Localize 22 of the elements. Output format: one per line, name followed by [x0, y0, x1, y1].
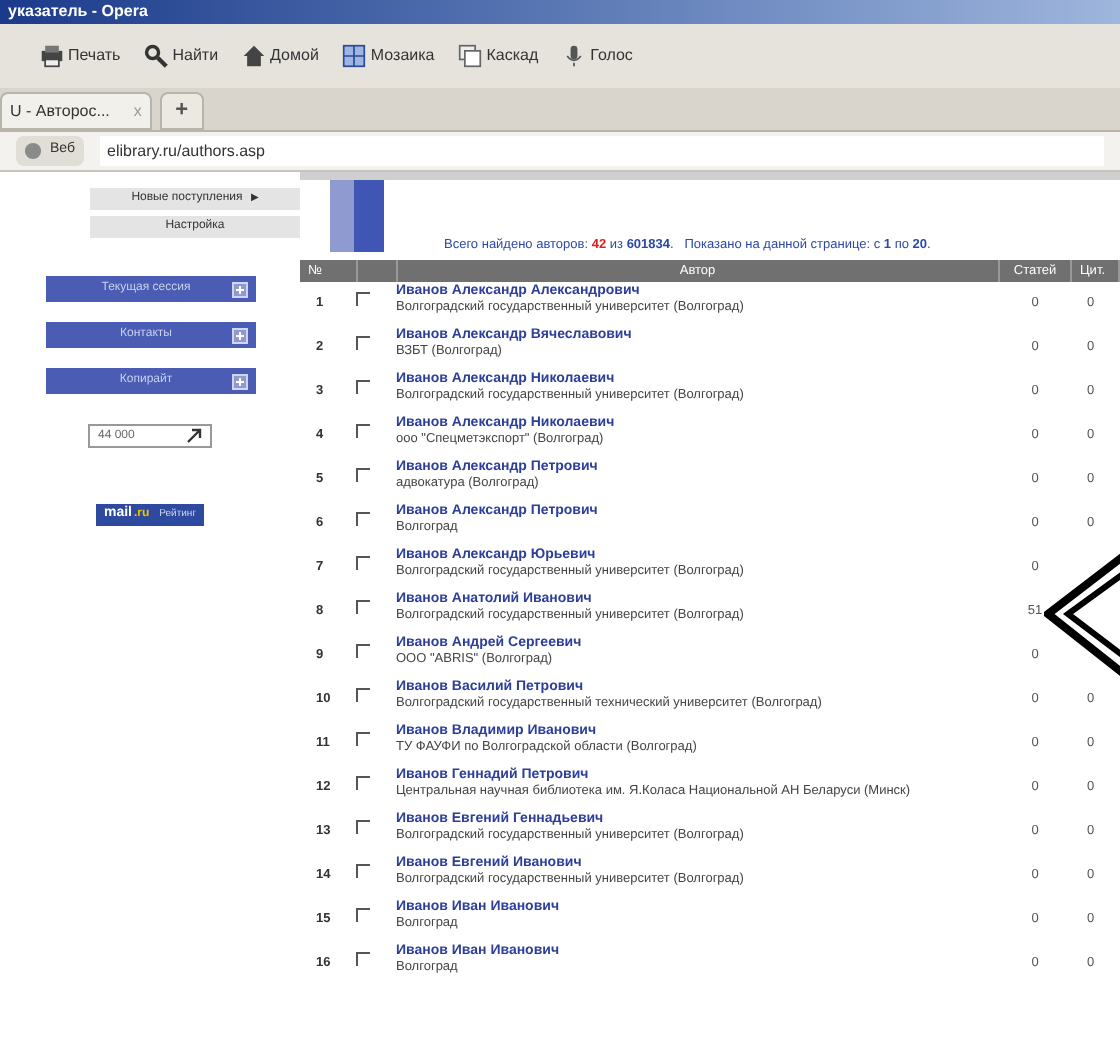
toolbar-button[interactable]: Домой — [242, 44, 319, 68]
microphone-icon — [562, 44, 587, 68]
window-title: указатель - Opera — [8, 4, 148, 20]
toolbar-button[interactable]: Каскад — [458, 44, 539, 68]
expand-icon — [231, 281, 247, 297]
toolbar-button[interactable]: Мозаика — [342, 44, 435, 68]
printer-icon — [40, 44, 64, 68]
banner-drawing — [330, 180, 384, 252]
cascade-icon — [458, 44, 483, 68]
address-field[interactable]: elibrary.ru/authors.asp — [99, 136, 1104, 166]
browser-tab[interactable]: U - Авторос... x — [0, 92, 152, 130]
new-tab-button[interactable]: + — [159, 92, 204, 130]
expand-icon — [231, 373, 247, 389]
search-icon — [144, 44, 169, 68]
toolbar-button[interactable]: Найти — [144, 44, 219, 68]
home-icon — [242, 44, 267, 68]
toolbar-button[interactable]: Голос — [562, 44, 633, 68]
globe-icon — [24, 142, 42, 160]
arrow-icon — [186, 428, 202, 444]
toolbar-button[interactable]: Печать — [40, 44, 121, 68]
tile-icon — [342, 44, 367, 68]
expand-icon — [231, 327, 247, 343]
